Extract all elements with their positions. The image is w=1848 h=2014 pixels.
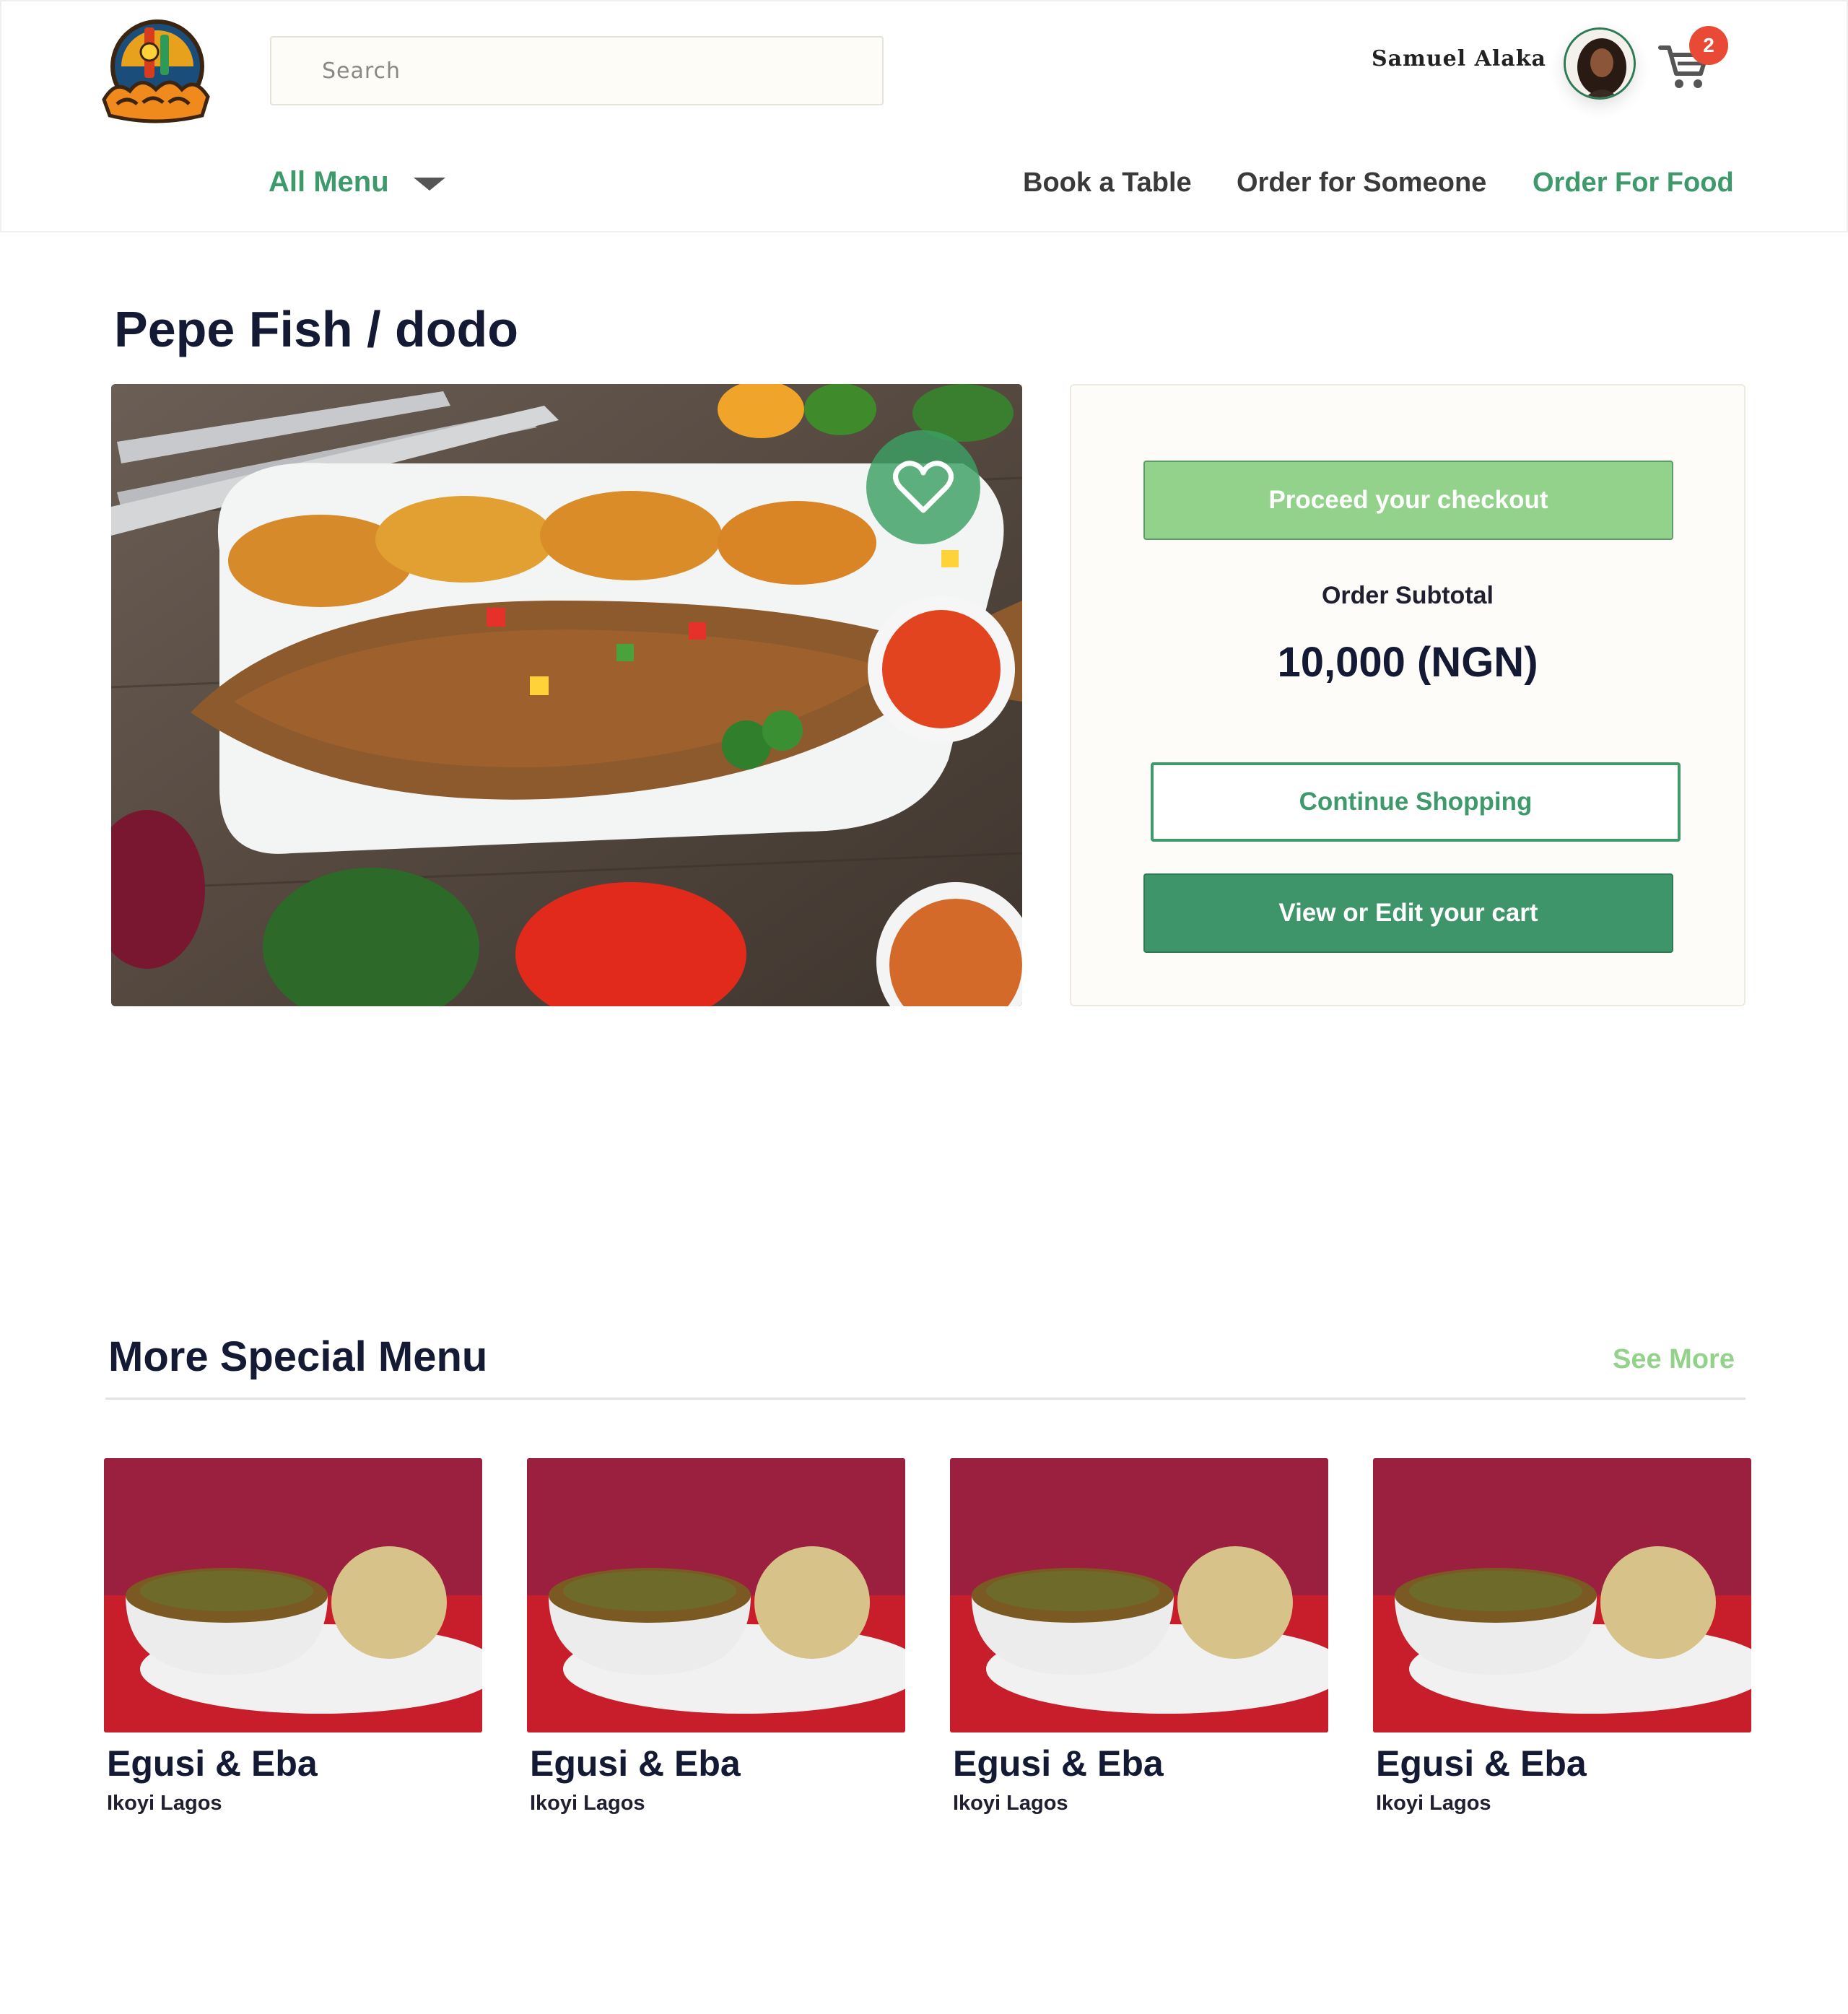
continue-shopping-button[interactable]: Continue Shopping — [1151, 762, 1681, 842]
avatar[interactable] — [1564, 27, 1636, 100]
all-menu-label: All Menu — [269, 166, 389, 198]
menu-card-name: Egusi & Eba — [1376, 1743, 1587, 1784]
menu-card[interactable]: Egusi & Eba Ikoyi Lagos — [104, 1458, 482, 1815]
menu-card[interactable]: Egusi & Eba Ikoyi Lagos — [527, 1458, 905, 1815]
search-bar[interactable] — [270, 36, 884, 105]
proceed-checkout-button[interactable]: Proceed your checkout — [1143, 461, 1673, 540]
nav-order-for-food[interactable]: Order For Food — [1533, 167, 1734, 199]
menu-card-location: Ikoyi Lagos — [530, 1792, 645, 1815]
all-menu-dropdown[interactable]: All Menu — [269, 166, 445, 199]
section-title: More Special Menu — [108, 1333, 488, 1380]
favorite-button[interactable] — [866, 430, 980, 544]
nav-order-for-someone[interactable]: Order for Someone — [1237, 167, 1486, 199]
nav-book-table[interactable]: Book a Table — [1023, 167, 1192, 199]
menu-card-image[interactable] — [527, 1458, 905, 1732]
menu-card-image[interactable] — [104, 1458, 482, 1732]
order-subtotal-value: 10,000 (NGN) — [1277, 639, 1538, 686]
section-divider — [105, 1398, 1745, 1400]
page-title: Pepe Fish / dodo — [114, 301, 519, 357]
heart-icon — [893, 461, 954, 513]
brand-logo[interactable] — [101, 19, 211, 126]
see-more-link[interactable]: See More — [1613, 1344, 1735, 1375]
menu-card-location: Ikoyi Lagos — [953, 1792, 1068, 1815]
menu-card-name: Egusi & Eba — [530, 1743, 741, 1784]
menu-card-name: Egusi & Eba — [107, 1743, 318, 1784]
menu-card[interactable]: Egusi & Eba Ikoyi Lagos — [950, 1458, 1328, 1815]
menu-card-image[interactable] — [950, 1458, 1328, 1732]
view-edit-cart-button[interactable]: View or Edit your cart — [1143, 873, 1673, 953]
menu-card-name: Egusi & Eba — [953, 1743, 1164, 1784]
chevron-down-icon — [413, 177, 445, 191]
order-subtotal-label: Order Subtotal — [1321, 582, 1494, 609]
menu-card-location: Ikoyi Lagos — [1376, 1792, 1491, 1815]
search-input[interactable] — [271, 38, 882, 104]
user-name: Samuel Alaka — [1372, 46, 1546, 71]
menu-card-image[interactable] — [1373, 1458, 1751, 1732]
menu-card[interactable]: Egusi & Eba Ikoyi Lagos — [1373, 1458, 1751, 1815]
menu-card-location: Ikoyi Lagos — [107, 1792, 222, 1815]
cart-count-badge: 2 — [1689, 26, 1728, 65]
